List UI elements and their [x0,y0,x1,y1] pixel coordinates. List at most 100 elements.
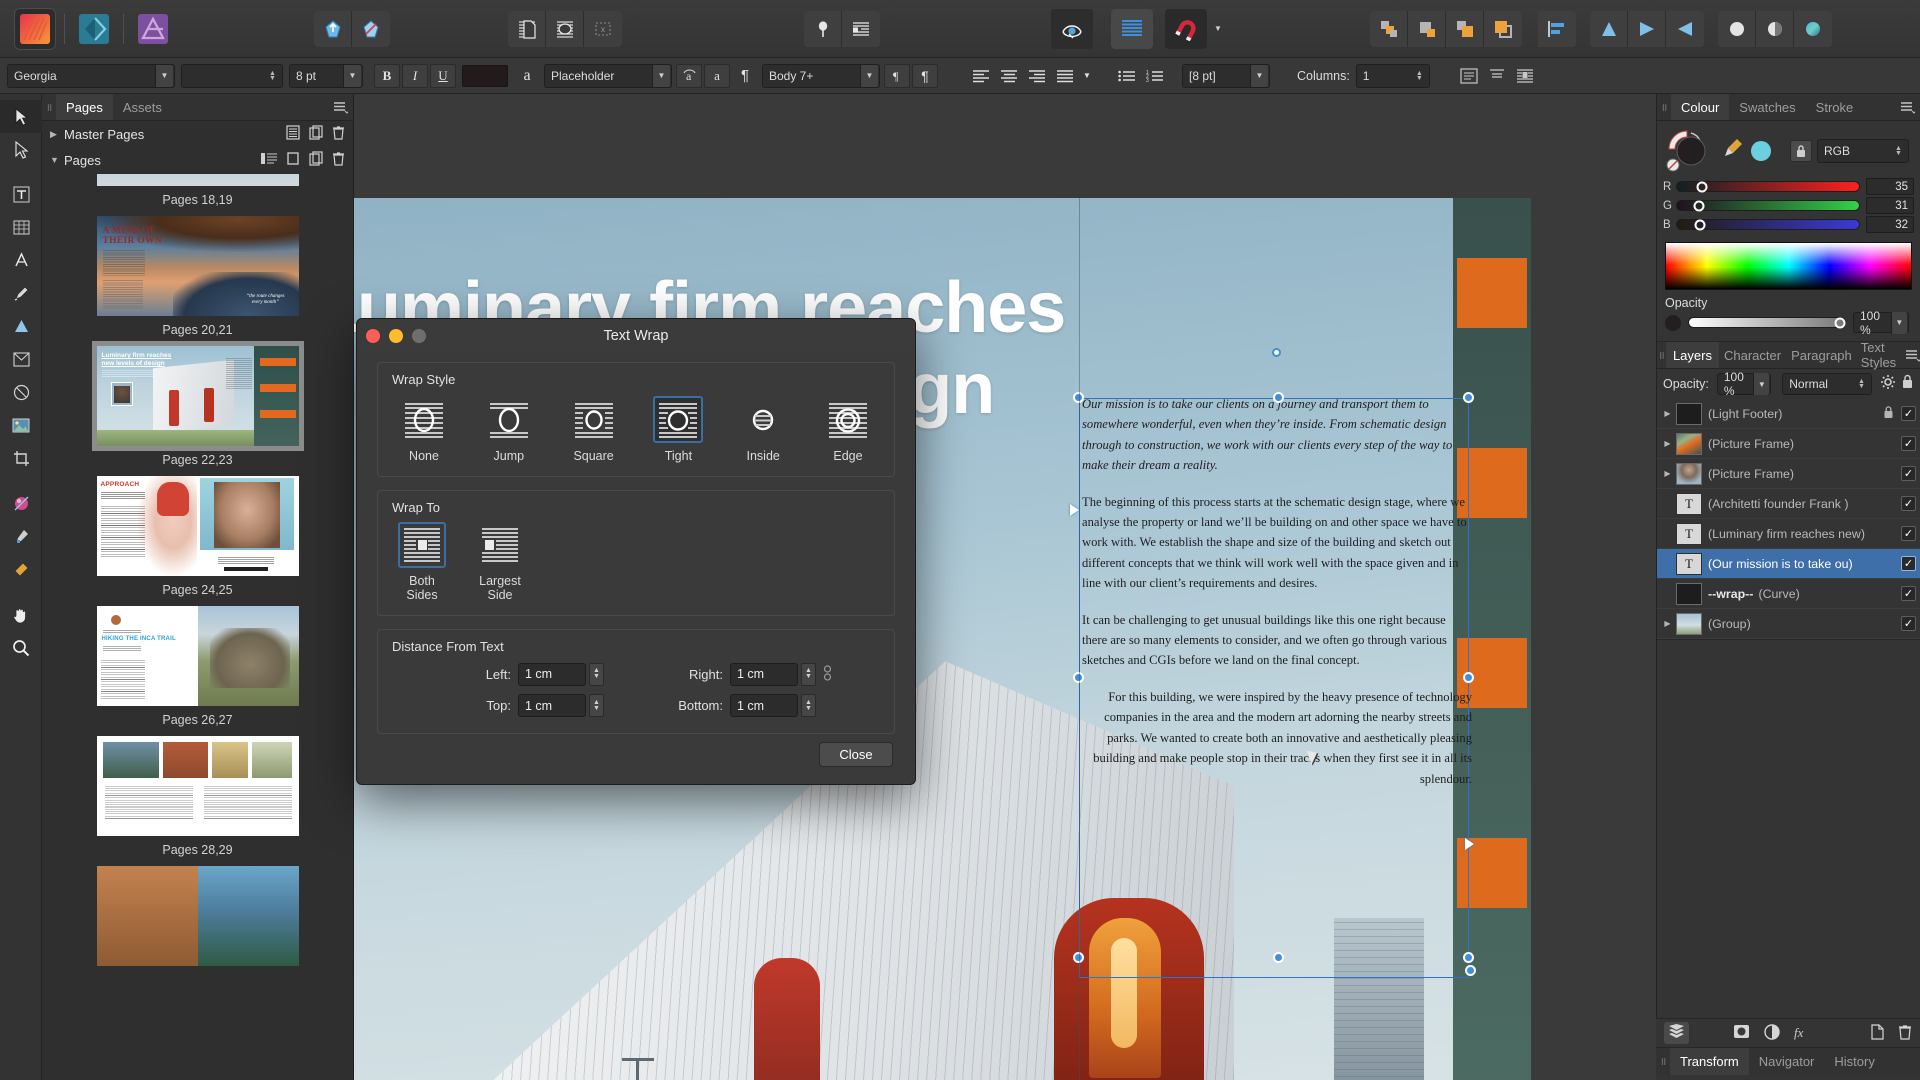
tab-colour[interactable]: Colour [1671,94,1730,120]
text-wrap-dialog[interactable]: Text Wrap Wrap Style None Jump Square Ti… [356,318,916,785]
rotation-handle[interactable] [1272,348,1281,357]
top-distance-input[interactable]: 1 cm [518,694,586,717]
tab-assets[interactable]: Assets [113,94,172,120]
layer-expand-icon[interactable]: ▶ [1661,409,1674,418]
layer-row[interactable]: T (Architetti founder Frank ) ✓ [1657,489,1920,519]
blend-mode-stepper[interactable]: ▲ ▼ [1855,378,1868,390]
align-shape-1-icon[interactable] [1590,10,1628,47]
wrap-style-tight[interactable]: Tight [648,396,708,463]
numbered-list-button[interactable]: 123 [1142,64,1168,88]
zoom-tool[interactable] [0,631,42,664]
wrap-style-square[interactable]: Square [564,396,624,463]
vertical-align-icon[interactable] [1484,64,1510,88]
character-style-dropdown-icon[interactable]: ▼ [652,64,670,87]
snapping-magnet-icon[interactable] [1165,8,1207,49]
artistic-text-tool[interactable] [0,178,42,211]
leading-dropdown-icon[interactable]: ▼ [1250,64,1268,87]
colour-picker-tool-icon[interactable] [1723,137,1745,166]
reset-paragraph-icon[interactable]: ¶ [884,63,910,88]
layer-visibility-checkbox[interactable]: ✓ [1901,466,1916,481]
page-thumbnail-list[interactable]: Pages 18,19 A MIND OF THEIR OWN “the rou… [42,174,353,1080]
align-shape-2-icon[interactable] [1628,10,1666,47]
tab-history[interactable]: History [1824,1048,1884,1075]
clear-character-icon[interactable]: a [704,63,730,88]
color-wheel-icon[interactable] [1794,10,1832,47]
paragraph-style-dropdown-icon[interactable]: ▼ [860,64,878,87]
colour-model-select[interactable]: RGB ▲ ▼ [1817,139,1909,163]
fx-icon[interactable]: fx [1794,1025,1803,1041]
layer-opacity-dropdown-icon[interactable]: ▼ [1753,373,1770,395]
frame-text-tool[interactable] [0,244,42,277]
adjustment-icon[interactable] [1764,1023,1780,1043]
channel-b-knob[interactable] [1694,219,1706,230]
layer-row-selected[interactable]: T (Our mission is to take ou) ✓ [1657,549,1920,579]
layer-row[interactable]: ▶ (Picture Frame) ✓ [1657,429,1920,459]
preview-mode-icon[interactable] [1051,8,1093,49]
selected-text-frame[interactable]: Our mission is to take our clients on a … [1070,348,1476,978]
left-distance-input[interactable]: 1 cm [518,662,586,686]
text-flow-icon[interactable] [842,10,880,47]
clear-paragraph-icon[interactable]: ¶ [912,63,938,88]
character-style-field[interactable]: Placeholder ▼ [544,63,672,88]
underline-button[interactable]: U [430,63,456,88]
layer-effects-gear-icon[interactable] [1880,374,1896,395]
bottom-distance-stepper[interactable]: ▲ ▼ [801,694,816,717]
layer-row[interactable]: T (Luminary firm reaches new) ✓ [1657,519,1920,549]
channel-g-slider[interactable]: G 31 [1657,196,1920,215]
snapping-dropdown-icon[interactable]: ▼ [1209,11,1227,47]
layers-panel-menu-icon[interactable] [1905,342,1920,368]
node-tool[interactable] [0,133,42,166]
align-dropdown-icon[interactable]: ▼ [1080,64,1094,88]
opacity-dropdown-icon[interactable]: ▼ [1890,311,1907,334]
resize-handle-tr[interactable] [1463,392,1474,403]
page-spread-item[interactable] [96,866,299,966]
tab-paragraph[interactable]: Paragraph [1786,342,1857,368]
tab-navigator[interactable]: Navigator [1749,1048,1825,1075]
layer-stack-icon[interactable] [1664,1022,1689,1044]
photo-persona-button[interactable] [132,8,174,50]
picture-frame-tool[interactable] [0,343,42,376]
wrap-style-inside[interactable]: Inside [733,396,793,463]
align-shape-3-icon[interactable] [1666,10,1704,47]
font-size-dropdown-icon[interactable]: ▼ [343,64,361,87]
text-flow-input-icon[interactable] [1070,504,1079,516]
layer-visibility-checkbox[interactable]: ✓ [1901,406,1916,421]
move-forward-icon[interactable] [1446,10,1484,47]
lock-colour-icon[interactable] [1790,140,1812,162]
blend-mode-field[interactable]: Normal ▲ ▼ [1782,373,1872,395]
page-spread-item-selected[interactable]: Luminary firm reaches new levels of desi… [96,346,299,467]
layer-visibility-checkbox[interactable]: ✓ [1901,616,1916,631]
tab-swatches[interactable]: Swatches [1729,94,1805,120]
align-center-button[interactable] [996,64,1022,88]
align-left-button[interactable] [968,64,994,88]
tab-transform[interactable]: Transform [1670,1048,1749,1075]
layer-opacity-field[interactable]: 100 % ▼ [1716,370,1772,398]
font-family-dropdown-icon[interactable]: ▼ [155,64,173,87]
layer-visibility-checkbox[interactable]: ✓ [1901,556,1916,571]
bold-button[interactable]: B [374,63,400,88]
text-frame-settings-icon[interactable] [1456,64,1482,88]
layer-lock-icon[interactable] [1901,374,1914,394]
align-right-button[interactable] [1024,64,1050,88]
group-icon[interactable] [1370,10,1408,47]
layer-visibility-checkbox[interactable]: ✓ [1901,436,1916,451]
wrap-to-largest-side[interactable]: Largest Side [472,522,528,602]
wrap-style-none[interactable]: None [394,396,454,463]
delete-layer-icon[interactable] [1898,1024,1912,1043]
opacity-track[interactable] [1688,317,1846,328]
delete-page-icon[interactable] [332,151,345,169]
layer-expand-icon[interactable]: ▶ [1661,469,1674,478]
channel-r-slider[interactable]: R 35 [1657,177,1920,196]
left-distance-stepper[interactable]: ▲ ▼ [589,662,604,686]
layers-list[interactable]: ▶ (Light Footer) ✓ ▶ (Picture Frame) ✓ ▶… [1657,399,1920,639]
frame-end-handle[interactable] [1465,965,1476,976]
vector-crop-tool[interactable] [0,376,42,409]
channel-b-value[interactable]: 32 [1866,216,1914,233]
add-page-icon[interactable] [286,151,300,169]
remove-node-icon[interactable] [352,10,390,47]
resize-handle-tc[interactable] [1273,392,1284,403]
pages-row[interactable]: ▼ Pages [42,147,353,173]
layer-visibility-checkbox[interactable]: ✓ [1901,526,1916,541]
pages-expand-icon[interactable]: ▼ [50,155,64,165]
layer-row[interactable]: ▶ (Group) ✓ [1657,609,1920,639]
